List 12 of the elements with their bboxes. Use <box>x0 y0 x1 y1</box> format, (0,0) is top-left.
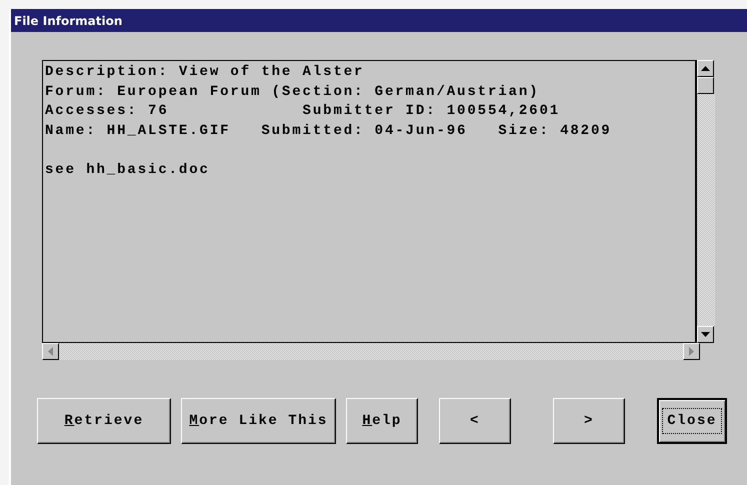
detail-line: Description: View of the Alster <box>45 63 366 82</box>
dialog-button[interactable]: < <box>439 398 511 444</box>
detail-line: Name: HH_ALSTE.GIF Submitted: 04-Jun-96 Size: 48209 <box>45 122 613 140</box>
dialog-button[interactable]: Help <box>346 398 418 444</box>
dialog-button[interactable]: > <box>553 398 625 444</box>
detail-line: Accesses: 76 Submitter ID: 100554,2601 <box>45 102 562 121</box>
detail-line: Forum: European Forum (Section: German/Austrian) <box>45 82 540 102</box>
note-text: see hh_basic.doc <box>45 160 211 180</box>
window-title: File Information <box>14 14 122 28</box>
dialog-button[interactable]: Close <box>657 398 727 444</box>
dialog-button[interactable]: More Like This <box>181 398 336 444</box>
dialog-button[interactable]: Retrieve <box>37 398 171 444</box>
